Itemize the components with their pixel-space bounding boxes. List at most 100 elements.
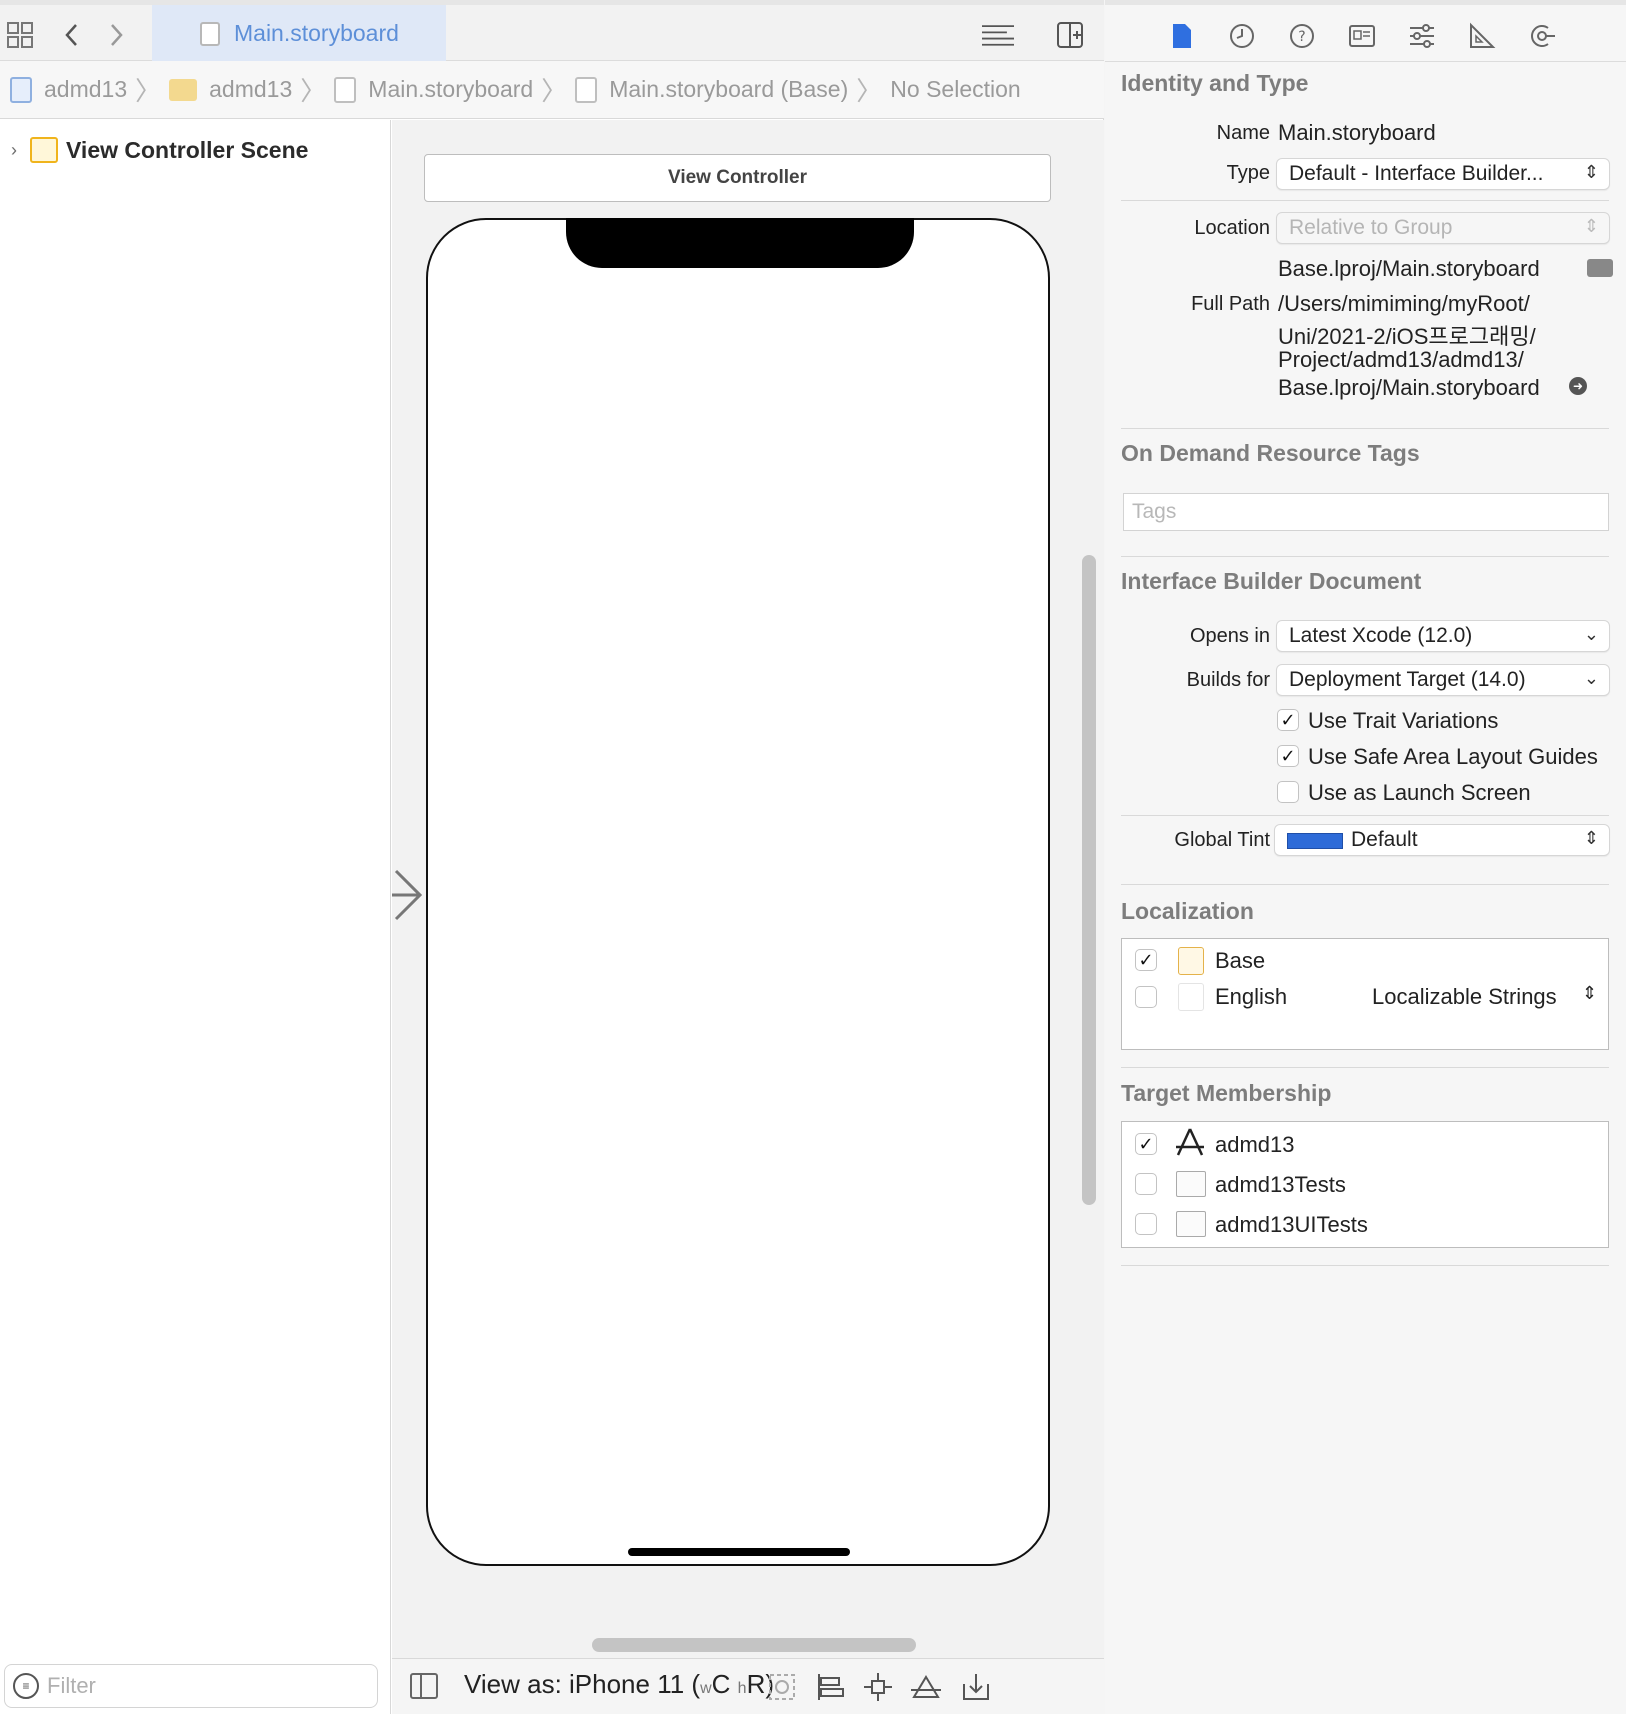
outline-toggle-icon[interactable] xyxy=(410,1673,438,1699)
document-outline: › View Controller Scene ≡ Filter xyxy=(0,120,391,1714)
resolve-issues-icon[interactable] xyxy=(908,1669,944,1705)
editor-options-icon[interactable] xyxy=(982,19,1014,51)
crumb-localized-file[interactable]: Main.storyboard (Base) xyxy=(575,76,848,103)
jump-bar: admd13 〉 admd13 〉 Main.storyboard 〉 Main… xyxy=(0,61,1104,119)
use-safe-area-checkbox[interactable]: ✓ xyxy=(1277,745,1299,767)
view-as-device-button[interactable]: View as: iPhone 11 (wC hR) xyxy=(464,1669,774,1700)
inspector-panel: ? Identity and Type Name Main.storyboard… xyxy=(1105,0,1626,1714)
section-title-odr: On Demand Resource Tags xyxy=(1121,440,1420,466)
chevron-right-icon: 〉 xyxy=(856,76,883,106)
location-popup-value: Relative to Group xyxy=(1289,216,1453,239)
type-popup[interactable]: Default - Interface Builder... ⇕ xyxy=(1276,158,1610,190)
scene-icon xyxy=(30,137,58,163)
width-class-value: C xyxy=(711,1669,731,1699)
crumb-group[interactable]: admd13 xyxy=(169,76,292,103)
file-inspector-icon[interactable] xyxy=(1165,19,1199,53)
height-class-label: h xyxy=(737,1680,747,1697)
editor-area: Main.storyboard admd13 〉 admd13 〉 Main.s… xyxy=(0,0,1104,1714)
width-class-label: w xyxy=(700,1680,712,1697)
add-editor-icon[interactable] xyxy=(1054,19,1086,51)
checkmark-icon: ✓ xyxy=(1138,950,1154,970)
location-popup[interactable]: Relative to Group ⇕ xyxy=(1276,212,1610,244)
related-items-icon[interactable] xyxy=(4,19,36,51)
use-trait-variations-checkbox[interactable]: ✓ xyxy=(1277,709,1299,731)
inspector-tab-bar: ? xyxy=(1105,0,1626,62)
name-label: Name xyxy=(1216,122,1270,144)
forward-arrow-icon[interactable] xyxy=(100,19,132,51)
attributes-inspector-icon[interactable] xyxy=(1405,19,1439,53)
history-inspector-icon[interactable] xyxy=(1225,19,1259,53)
identity-inspector-icon[interactable] xyxy=(1345,19,1379,53)
chevron-down-icon: ⌄ xyxy=(1583,624,1599,644)
divider xyxy=(1121,428,1609,429)
localization-english-option[interactable]: Localizable Strings xyxy=(1372,984,1557,1010)
localization-base-checkbox[interactable]: ✓ xyxy=(1135,949,1157,971)
builds-for-popup[interactable]: Deployment Target (14.0) ⌄ xyxy=(1276,664,1610,696)
tab-main-storyboard[interactable]: Main.storyboard xyxy=(152,5,446,61)
size-inspector-icon[interactable] xyxy=(1465,19,1499,53)
horizontal-scrollbar[interactable] xyxy=(592,1638,916,1652)
localization-english-checkbox[interactable] xyxy=(1135,986,1157,1008)
crumb-project[interactable]: admd13 xyxy=(10,76,127,103)
tab-bar: Main.storyboard xyxy=(0,0,1104,61)
view-as-label: View as: iPhone 11 ( xyxy=(464,1669,701,1699)
target-admd13tests-label: admd13Tests xyxy=(1215,1172,1346,1197)
checkmark-icon: ✓ xyxy=(1280,746,1296,766)
divider xyxy=(1121,815,1609,816)
back-arrow-icon[interactable] xyxy=(56,19,88,51)
embed-in-icon[interactable] xyxy=(958,1669,994,1705)
filter-icon: ≡ xyxy=(13,1673,39,1699)
quick-help-icon[interactable]: ? xyxy=(1285,19,1319,53)
popup-arrows-icon[interactable]: ⇕ xyxy=(1582,983,1597,1004)
popup-arrows-icon: ⇕ xyxy=(1583,216,1599,236)
global-tint-label: Global Tint xyxy=(1174,829,1270,851)
storyboard-file-icon xyxy=(200,22,220,46)
chevron-right-icon: 〉 xyxy=(300,76,327,106)
opens-in-popup[interactable]: Latest Xcode (12.0) ⌄ xyxy=(1276,620,1610,652)
crumb-file[interactable]: Main.storyboard xyxy=(334,76,533,103)
add-constraints-icon[interactable] xyxy=(860,1669,896,1705)
folder-icon xyxy=(169,78,198,101)
svg-text:?: ? xyxy=(1298,29,1305,45)
divider xyxy=(1121,1067,1609,1068)
use-as-launch-screen-checkbox[interactable] xyxy=(1277,781,1299,803)
initial-entry-arrow-icon[interactable] xyxy=(392,865,424,935)
target-admd13-checkbox[interactable]: ✓ xyxy=(1135,1133,1157,1155)
popup-arrows-icon: ⇕ xyxy=(1583,828,1599,848)
global-tint-popup[interactable]: Default ⇕ xyxy=(1274,824,1610,856)
height-class-value: R xyxy=(746,1669,766,1699)
choose-file-folder-icon[interactable] xyxy=(1587,259,1613,277)
reveal-in-finder-icon[interactable]: ➜ xyxy=(1569,377,1587,395)
outline-filter-field[interactable]: ≡ Filter xyxy=(4,1664,378,1708)
crumb-label: Main.storyboard xyxy=(368,76,534,102)
view-controller-device-frame[interactable] xyxy=(426,218,1050,1566)
builds-for-value: Deployment Target (14.0) xyxy=(1289,668,1526,691)
align-icon[interactable] xyxy=(812,1669,848,1705)
use-as-launch-screen-label: Use as Launch Screen xyxy=(1308,780,1531,805)
tags-input[interactable]: Tags xyxy=(1123,493,1609,531)
test-target-icon xyxy=(1176,1171,1206,1197)
update-frames-icon[interactable] xyxy=(764,1669,800,1705)
chevron-right-icon: 〉 xyxy=(135,76,162,106)
disclosure-chevron-icon[interactable]: › xyxy=(0,140,28,161)
section-title-target-membership: Target Membership xyxy=(1121,1080,1332,1106)
divider xyxy=(1121,200,1609,201)
connections-inspector-icon[interactable] xyxy=(1525,19,1559,53)
app-target-icon xyxy=(1174,1127,1206,1164)
device-notch xyxy=(566,218,914,268)
crumb-label: admd13 xyxy=(209,76,293,102)
crumb-label: Main.storyboard (Base) xyxy=(609,76,849,102)
target-admd13uitests-checkbox[interactable] xyxy=(1135,1213,1157,1235)
crumb-selection[interactable]: No Selection xyxy=(890,76,1020,103)
chevron-down-icon: ⌄ xyxy=(1583,668,1599,688)
type-popup-value: Default - Interface Builder... xyxy=(1289,162,1544,185)
target-admd13tests-checkbox[interactable] xyxy=(1135,1173,1157,1195)
target-admd13-label: admd13 xyxy=(1215,1132,1295,1157)
scene-title-bar[interactable]: View Controller xyxy=(424,154,1051,202)
vertical-scrollbar[interactable] xyxy=(1082,555,1096,1205)
project-icon xyxy=(10,76,32,103)
outline-item-view-controller-scene[interactable]: › View Controller Scene xyxy=(0,130,308,170)
divider xyxy=(1121,556,1609,557)
storyboard-canvas[interactable]: View Controller xyxy=(392,120,1104,1714)
divider xyxy=(1121,884,1609,885)
